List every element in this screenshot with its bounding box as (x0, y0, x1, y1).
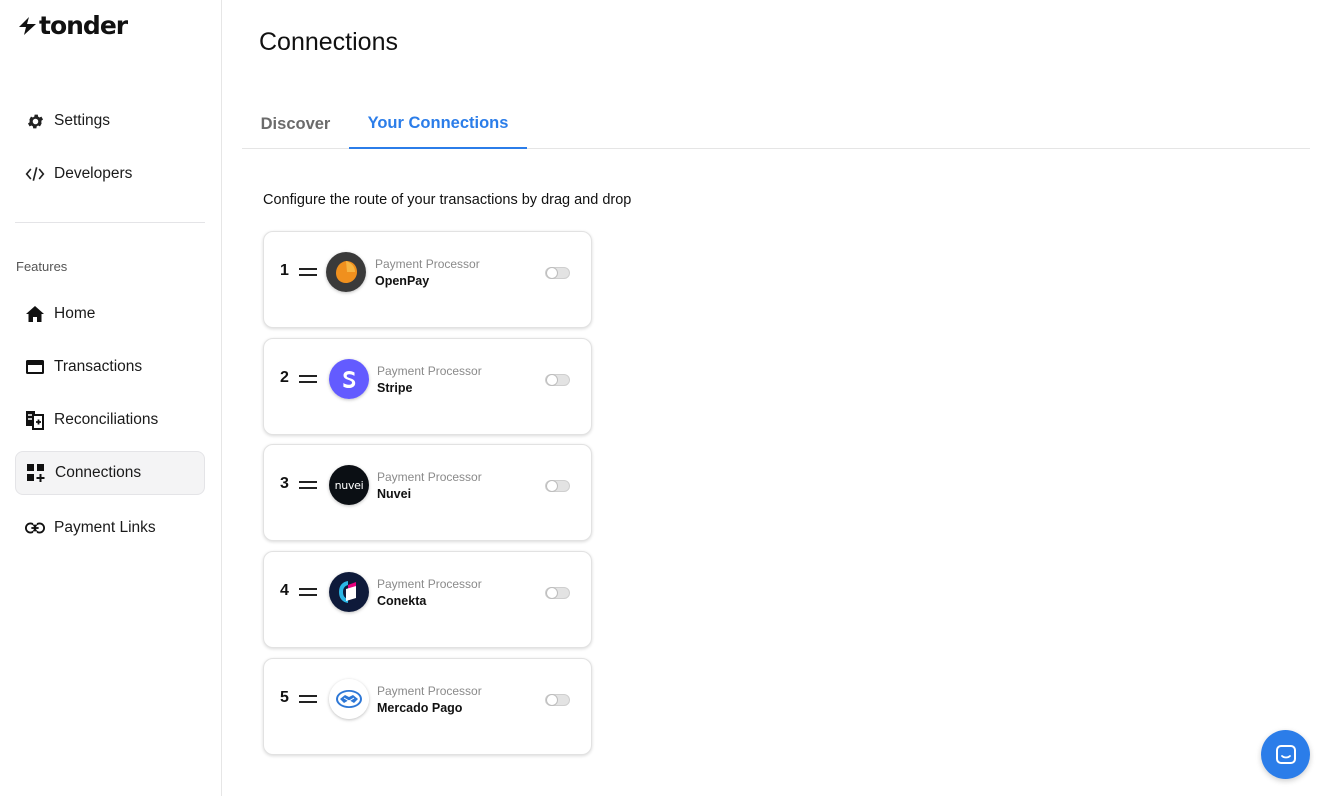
connection-name: OpenPay (375, 274, 430, 288)
section-label-features: Features (16, 259, 68, 274)
connection-name: Nuvei (377, 487, 412, 501)
enable-toggle[interactable] (545, 480, 570, 492)
priority-number: 5 (280, 689, 289, 706)
mercadopago-logo (329, 679, 369, 719)
nuvei-logo: nuvei (329, 465, 369, 505)
connection-name: Conekta (377, 594, 427, 608)
stripe-logo (329, 359, 369, 399)
connection-card-nuvei[interactable]: 3 nuvei Payment Processor Nuvei (263, 444, 592, 541)
sidebar-item-developers[interactable]: Developers (15, 152, 205, 196)
sidebar-item-label: Payment Links (54, 519, 156, 536)
connection-category: Payment Processor (375, 257, 480, 271)
widgets-icon (26, 463, 46, 483)
card-icon (25, 357, 45, 377)
sidebar-item-label: Home (54, 305, 96, 322)
nuvei-logo-text: nuvei (334, 478, 364, 492)
toggle-knob (546, 374, 558, 386)
connection-name: Mercado Pago (377, 701, 463, 715)
priority-number: 3 (280, 475, 289, 492)
sidebar-item-connections[interactable]: Connections (15, 451, 205, 495)
sidebar-item-transactions[interactable]: Transactions (15, 345, 205, 389)
sidebar-divider (15, 222, 205, 223)
connection-card-conekta[interactable]: 4 Payment Processor Conekta (263, 551, 592, 648)
connection-card-openpay[interactable]: 1 Payment Processor OpenPay (263, 231, 592, 328)
page-title: Connections (259, 28, 398, 56)
tonder-logo[interactable]: tonder (16, 11, 128, 40)
gear-icon (25, 111, 45, 131)
priority-number: 2 (280, 369, 289, 386)
priority-number: 4 (280, 582, 289, 599)
drag-handle-icon[interactable] (299, 375, 317, 383)
connection-category: Payment Processor (377, 364, 482, 378)
chat-launcher-button[interactable] (1261, 730, 1310, 779)
enable-toggle[interactable] (545, 694, 570, 706)
sidebar-item-label: Transactions (54, 358, 143, 375)
connection-card-mercado-pago[interactable]: 5 Payment Processor Mercado Pago (263, 658, 592, 755)
bolt-icon (19, 17, 36, 35)
home-icon (25, 304, 45, 324)
toggle-knob (546, 694, 558, 706)
instructions-text: Configure the route of your transactions… (263, 192, 632, 208)
tab-bar: Discover Your Connections (242, 100, 1310, 149)
toggle-knob (546, 480, 558, 492)
drag-handle-icon[interactable] (299, 695, 317, 703)
conekta-logo (329, 572, 369, 612)
connection-category: Payment Processor (377, 684, 482, 698)
sidebar: tonder Settings Developers Features Home… (0, 0, 222, 796)
tab-discover[interactable]: Discover (242, 100, 349, 149)
connection-category: Payment Processor (377, 470, 482, 484)
sidebar-item-label: Connections (55, 464, 142, 481)
chat-icon (1275, 744, 1296, 764)
sidebar-item-payment-links[interactable]: Payment Links (15, 506, 205, 550)
sidebar-item-label: Settings (54, 112, 111, 129)
link-icon (25, 518, 45, 538)
sidebar-item-label: Reconciliations (54, 411, 159, 428)
connection-name: Stripe (377, 381, 413, 395)
connection-category: Payment Processor (377, 577, 482, 591)
drag-handle-icon[interactable] (299, 268, 317, 276)
toggle-knob (546, 587, 558, 599)
connection-card-stripe[interactable]: 2 Payment Processor Stripe (263, 338, 592, 435)
drag-handle-icon[interactable] (299, 481, 317, 489)
drag-handle-icon[interactable] (299, 588, 317, 596)
openpay-logo (326, 252, 366, 292)
reconcile-icon (25, 410, 45, 430)
code-icon (25, 164, 45, 184)
enable-toggle[interactable] (545, 374, 570, 386)
sidebar-item-label: Developers (54, 165, 133, 182)
tab-your-connections[interactable]: Your Connections (349, 100, 527, 149)
enable-toggle[interactable] (545, 587, 570, 599)
enable-toggle[interactable] (545, 267, 570, 279)
toggle-knob (546, 267, 558, 279)
sidebar-item-reconciliations[interactable]: Reconciliations (15, 398, 205, 442)
sidebar-item-home[interactable]: Home (15, 292, 205, 336)
priority-number: 1 (280, 262, 289, 279)
logo-wordmark: tonder (39, 11, 128, 40)
sidebar-item-settings[interactable]: Settings (15, 99, 205, 143)
